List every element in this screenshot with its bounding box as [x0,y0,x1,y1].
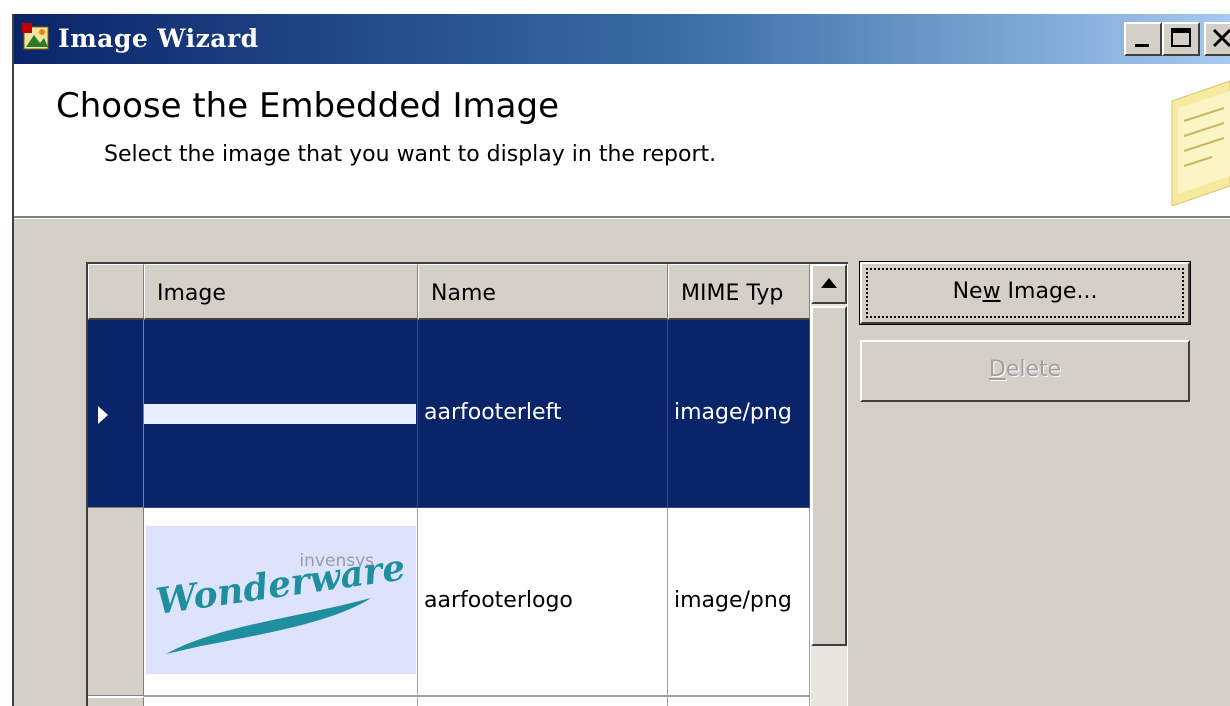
delete-access-key: D [988,357,1006,382]
close-icon [1212,28,1230,48]
maximize-icon [1171,28,1191,47]
vertical-scrollbar[interactable] [810,264,847,706]
page-title: Choose the Embedded Image [56,86,559,126]
new-image-button[interactable]: New Image... [860,262,1190,324]
maximize-button[interactable] [1162,22,1200,56]
image-name: aarfooterlogo [424,588,573,613]
scroll-up-button[interactable] [811,264,847,304]
delete-button[interactable]: Delete [860,340,1190,402]
delete-label-post: elete [1005,357,1062,382]
table-row-image-cell[interactable]: invensys Wonderware [144,508,418,696]
close-button[interactable] [1204,22,1230,56]
image-mime-type: image/png [674,400,792,425]
minimize-icon [1135,44,1149,47]
row-header-selected[interactable] [88,320,144,508]
wizard-header: Choose the Embedded Image Select the ima… [14,64,1230,218]
row-header[interactable] [88,696,144,706]
column-header-label: Name [431,281,496,306]
new-image-access-key: w [982,279,1001,304]
image-mime-type: image/png [674,588,792,613]
row-pointer-icon [98,406,108,424]
report-document-icon [1171,80,1230,206]
image-name: aarfooterleft [424,400,562,425]
column-header-label: MIME Typ [681,281,784,306]
row-header-column [88,264,144,320]
wonderware-logo: invensys Wonderware [146,526,416,674]
image-wizard-window: Image Wizard Choose the Embedded Image S… [12,14,1230,706]
table-row-image-cell[interactable] [144,320,418,508]
table-row-name-cell[interactable]: aarfooterleft [418,320,668,508]
image-wizard-icon [22,23,49,50]
arrow-up-icon [821,278,837,288]
table-row-mime-cell[interactable]: image/png [668,320,810,508]
column-header-mime-type[interactable]: MIME Typ [668,264,810,320]
new-image-label-post: Image... [1000,279,1098,304]
white-bar-image [144,404,416,424]
table-row-mime-cell[interactable] [668,696,810,706]
scrollbar-thumb[interactable] [811,306,847,646]
minimize-button[interactable] [1124,22,1162,56]
table-row-name-cell[interactable] [418,696,668,706]
page-subtitle: Select the image that you want to displa… [104,142,717,167]
column-header-image[interactable]: Image [144,264,418,320]
window-title: Image Wizard [58,24,259,53]
logo-main-text: Wonderware [153,546,407,623]
table-row-image-cell[interactable] [144,696,418,706]
new-image-label-pre: Ne [952,279,983,304]
table-row-name-cell[interactable]: aarfooterlogo [418,508,668,696]
embedded-images-grid[interactable]: Image Name MIME Typ aarfooterleft image/… [86,262,848,706]
title-bar[interactable]: Image Wizard [14,14,1230,64]
table-row-mime-cell[interactable]: image/png [668,508,810,696]
wonderware-logo-art: invensys Wonderware [153,546,408,654]
column-header-label: Image [157,281,226,306]
column-header-name[interactable]: Name [418,264,668,320]
row-header[interactable] [88,508,144,696]
